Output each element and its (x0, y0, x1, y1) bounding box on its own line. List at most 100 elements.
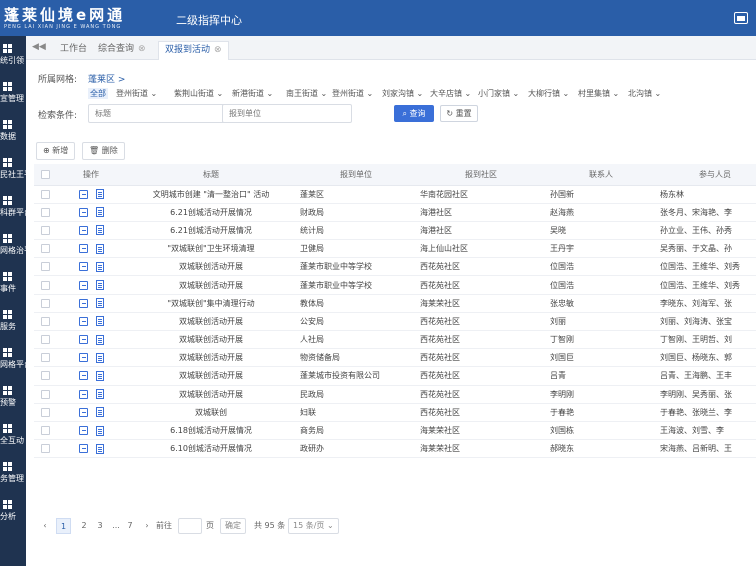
edit-icon[interactable] (78, 262, 88, 272)
page-number[interactable]: 3 (94, 518, 106, 534)
table-row[interactable]: 双城联创活动开展 物资储备局 西花苑社区 刘国巨 刘国巨、杨晓东、郭 (34, 348, 756, 368)
row-checkbox[interactable] (40, 225, 50, 235)
table-row[interactable]: 双城联创活动开展 蓬莱城市投资有限公司 西花苑社区 吕青 吕青、王海鹏、王丰 (34, 366, 756, 386)
add-button[interactable]: ⊕ 新增 (36, 142, 76, 160)
edit-icon[interactable] (78, 335, 88, 345)
detail-icon[interactable] (95, 243, 104, 254)
row-checkbox[interactable] (40, 444, 50, 454)
edit-icon[interactable] (78, 207, 88, 217)
edit-icon[interactable] (78, 444, 88, 454)
row-checkbox[interactable] (40, 189, 50, 199)
search-button[interactable]: ⌕ 查询 (394, 105, 434, 122)
table-row[interactable]: 6.18创城活动开展情况 商务局 海莱荣社区 刘国栋 王海波、刘雪、李 (34, 421, 756, 441)
tab[interactable]: 工作台 (54, 41, 93, 60)
row-checkbox[interactable] (40, 244, 50, 254)
row-checkbox[interactable] (40, 262, 50, 272)
edit-icon[interactable] (78, 389, 88, 399)
grid-filter-option[interactable]: 大柳行镇 ⌄ (528, 88, 569, 99)
grid-filter-option[interactable]: 村里集镇 ⌄ (578, 88, 619, 99)
prev-page-icon[interactable]: ‹ (40, 518, 50, 534)
sidebar-item[interactable]: 务管理 (0, 460, 26, 490)
close-icon[interactable]: ⊗ (214, 45, 222, 55)
detail-icon[interactable] (95, 207, 104, 218)
row-checkbox[interactable] (40, 371, 50, 381)
table-row[interactable]: "双城联创"卫生环境清理 卫健局 海上仙山社区 王丹宇 吴秀丽、于文晶、孙 (34, 239, 756, 259)
detail-icon[interactable] (95, 352, 104, 363)
tab[interactable]: 综合查询 ⊗ (92, 41, 152, 60)
table-row[interactable]: 文明城市创建 "清一整治口" 活动 蓬莱区 华南花园社区 孙国新 杨东林 (34, 185, 756, 204)
edit-icon[interactable] (78, 225, 88, 235)
row-checkbox[interactable] (40, 335, 50, 345)
unit-input[interactable] (222, 104, 352, 123)
detail-icon[interactable] (95, 407, 104, 418)
grid-filter-option[interactable]: 小门家镇 ⌄ (478, 88, 519, 99)
table-row[interactable]: 双城联创 妇联 西花苑社区 于春艳 于春艳、张晓兰、李 (34, 403, 756, 422)
sidebar-item[interactable]: 统引领 (0, 42, 26, 72)
detail-icon[interactable] (95, 389, 104, 400)
grid-filter-option[interactable]: 新港街道 ⌄ (232, 88, 273, 99)
row-checkbox[interactable] (40, 298, 50, 308)
table-row[interactable]: 6.21创城活动开展情况 统计局 海港社区 吴晓 孙立业、王伟、孙秀 (34, 221, 756, 241)
edit-icon[interactable] (78, 298, 88, 308)
sidebar-item[interactable]: 数据 (0, 118, 26, 148)
edit-icon[interactable] (78, 426, 88, 436)
sidebar-item[interactable]: 服务 (0, 308, 26, 338)
table-row[interactable]: "双城联创"集中清理行动 教体局 海莱荣社区 张忠敏 李晓东、刘海军、张 (34, 294, 756, 313)
grid-filter-option[interactable]: 紫荆山街道 ⌄ (174, 88, 223, 99)
confirm-button[interactable]: 确定 (220, 518, 246, 534)
edit-icon[interactable] (78, 189, 88, 199)
table-row[interactable]: 双城联创活动开展 公安局 西花苑社区 刘丽 刘丽、刘海涛、张宝 (34, 312, 756, 332)
sidebar-item[interactable]: 网格平台 (0, 346, 26, 376)
detail-icon[interactable] (95, 370, 104, 381)
title-input[interactable] (88, 104, 238, 123)
app-logo[interactable]: 蓬莱仙境e网通 (4, 4, 125, 25)
detail-icon[interactable] (95, 225, 104, 236)
reset-button[interactable]: ↻ 重置 (440, 105, 478, 122)
next-page-icon[interactable]: › (142, 518, 152, 534)
table-row[interactable]: 双城联创活动开展 蓬莱市职业中等学校 西花苑社区 位国浩 位国浩、王维华、刘秀 (34, 257, 756, 277)
row-checkbox[interactable] (40, 407, 50, 417)
grid-filter-option[interactable]: 全部 (88, 88, 108, 99)
page-size-select[interactable]: 15 条/页 ⌄ (288, 518, 339, 534)
grid-filter-option[interactable]: 刘家沟镇 ⌄ (382, 88, 423, 99)
detail-icon[interactable] (95, 189, 104, 200)
row-checkbox[interactable] (40, 316, 50, 326)
grid-filter-option[interactable]: 登州街道 ⌄ (332, 88, 373, 99)
grid-breadcrumb[interactable]: 蓬莱区 > (88, 72, 125, 85)
detail-icon[interactable] (95, 280, 104, 291)
detail-icon[interactable] (95, 425, 104, 436)
page-number[interactable]: 2 (78, 518, 90, 534)
table-row[interactable]: 双城联创活动开展 民政局 西花苑社区 李明刚 李明刚、吴秀丽、张 (34, 385, 756, 404)
edit-icon[interactable] (78, 407, 88, 417)
grid-filter-option[interactable]: 大辛店镇 ⌄ (430, 88, 471, 99)
page-number[interactable]: 1 (56, 518, 71, 534)
table-row[interactable]: 6.10创城活动开展情况 政研办 海莱荣社区 郝晓东 宋海燕、吕新明、王 (34, 439, 756, 459)
edit-icon[interactable] (78, 316, 88, 326)
collapse-icon[interactable]: ◀◀ (32, 42, 46, 52)
sidebar-item[interactable]: 科群平台 (0, 194, 26, 224)
detail-icon[interactable] (95, 298, 104, 309)
row-checkbox[interactable] (40, 426, 50, 436)
table-row[interactable]: 双城联创活动开展 人社局 西花苑社区 丁智刚 丁智刚、王明哲、刘 (34, 330, 756, 350)
row-checkbox[interactable] (40, 389, 50, 399)
row-checkbox[interactable] (40, 353, 50, 363)
screen-icon[interactable] (734, 12, 748, 24)
edit-icon[interactable] (78, 353, 88, 363)
select-all-checkbox[interactable] (40, 169, 50, 179)
edit-icon[interactable] (78, 244, 88, 254)
sidebar-item[interactable]: 事件 (0, 270, 26, 300)
goto-page-input[interactable] (178, 518, 202, 534)
edit-icon[interactable] (78, 280, 88, 290)
detail-icon[interactable] (95, 316, 104, 327)
table-row[interactable]: 6.21创城活动开展情况 财政局 海港社区 赵海燕 张冬月、宋海艳、李 (34, 203, 756, 222)
sidebar-item[interactable]: 网格治平台 (0, 232, 26, 262)
sidebar-item[interactable]: 民社王平台 (0, 156, 26, 186)
table-row[interactable]: 双城联创活动开展 蓬莱市职业中等学校 西花苑社区 位国浩 位国浩、王维华、刘秀 (34, 275, 756, 295)
sidebar-item[interactable]: 预警 (0, 384, 26, 414)
row-checkbox[interactable] (40, 280, 50, 290)
sidebar-item[interactable]: 分析 (0, 498, 26, 528)
sidebar-item[interactable]: 全互动 (0, 422, 26, 452)
sidebar-item[interactable]: 宣管理 (0, 80, 26, 110)
grid-filter-option[interactable]: 南王街道 ⌄ (286, 88, 327, 99)
detail-icon[interactable] (95, 443, 104, 454)
